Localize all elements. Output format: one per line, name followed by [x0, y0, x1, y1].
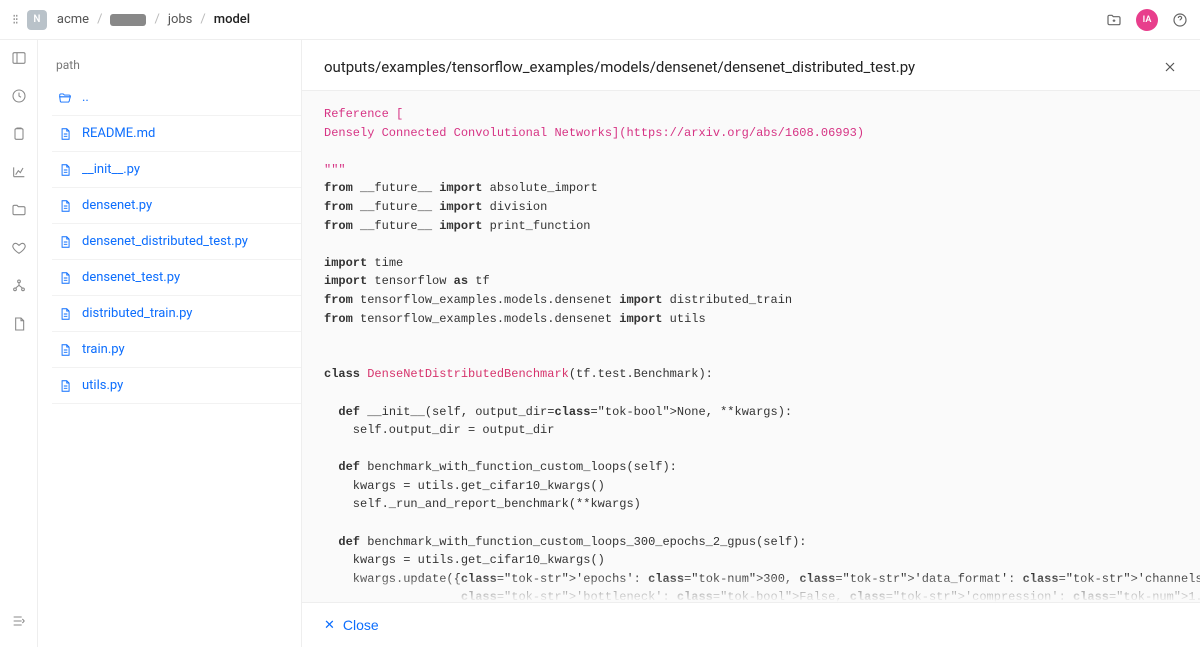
collapse-icon[interactable] — [11, 613, 27, 633]
viewer-path-title: outputs/examples/tensorflow_examples/mod… — [324, 58, 1162, 76]
crumb-org[interactable]: acme — [57, 12, 89, 27]
file-row-parent[interactable]: .. — [52, 80, 301, 116]
file-icon — [58, 379, 72, 393]
left-nav-rail — [0, 40, 38, 647]
file-row[interactable]: train.py — [52, 332, 301, 368]
crumb-section[interactable]: jobs — [168, 12, 193, 27]
document-icon[interactable] — [11, 316, 27, 336]
viewer-header: outputs/examples/tensorflow_examples/mod… — [302, 40, 1200, 90]
file-icon — [58, 343, 72, 357]
file-row[interactable]: utils.py — [52, 368, 301, 404]
file-name: .. — [82, 90, 89, 105]
crumb-project-redacted[interactable] — [110, 14, 146, 26]
file-name: distributed_train.py — [82, 306, 192, 321]
clock-icon[interactable] — [11, 88, 27, 108]
file-icon — [58, 127, 72, 141]
close-label: Close — [343, 617, 379, 633]
file-name: utils.py — [82, 378, 123, 393]
avatar[interactable]: IA — [1136, 9, 1158, 31]
file-row[interactable]: distributed_train.py — [52, 296, 301, 332]
file-row[interactable]: densenet_distributed_test.py — [52, 224, 301, 260]
file-icon — [58, 307, 72, 321]
file-name: __init__.py — [82, 162, 140, 177]
code-viewer: outputs/examples/tensorflow_examples/mod… — [302, 40, 1200, 647]
heart-icon[interactable] — [11, 240, 27, 260]
file-row[interactable]: __init__.py — [52, 152, 301, 188]
file-row[interactable]: densenet.py — [52, 188, 301, 224]
folder-icon[interactable] — [11, 202, 27, 222]
code-content: Reference [ Densely Connected Convolutio… — [324, 105, 1200, 602]
help-icon[interactable] — [1172, 12, 1188, 28]
crumb-current[interactable]: model — [214, 12, 250, 27]
folder-open-icon — [58, 91, 72, 105]
close-x-glyph: ✕ — [324, 617, 335, 633]
crumb-sep: / — [154, 12, 159, 27]
folder-add-icon[interactable] — [1106, 12, 1122, 28]
viewer-footer: ✕ Close — [302, 602, 1200, 647]
file-panel: path .. README.md __init__.py densenet.p… — [38, 40, 302, 647]
crumb-sep: / — [97, 12, 102, 27]
file-icon — [58, 235, 72, 249]
close-icon[interactable] — [1162, 59, 1178, 75]
file-row[interactable]: densenet_test.py — [52, 260, 301, 296]
file-name: README.md — [82, 126, 155, 141]
crumb-sep: / — [200, 12, 205, 27]
file-name: densenet.py — [82, 198, 152, 213]
file-row[interactable]: README.md — [52, 116, 301, 152]
file-icon — [58, 163, 72, 177]
breadcrumb: acme / / jobs / model — [57, 12, 250, 27]
file-panel-title: path — [52, 58, 301, 80]
code-scroll-area[interactable]: Reference [ Densely Connected Convolutio… — [302, 90, 1200, 602]
tree-icon[interactable] — [11, 278, 27, 298]
file-name: train.py — [82, 342, 125, 357]
close-button[interactable]: ✕ Close — [324, 617, 379, 633]
topbar: ⁝⁝ N acme / / jobs / model IA — [0, 0, 1200, 40]
file-icon — [58, 199, 72, 213]
file-name: densenet_test.py — [82, 270, 180, 285]
workspace-badge[interactable]: N — [27, 10, 47, 30]
topbar-actions: IA — [1106, 9, 1188, 31]
panel-icon[interactable] — [11, 50, 27, 70]
clipboard-icon[interactable] — [11, 126, 27, 146]
file-name: densenet_distributed_test.py — [82, 234, 248, 249]
chart-icon[interactable] — [11, 164, 27, 184]
drag-handle-icon[interactable]: ⁝⁝ — [12, 12, 17, 28]
file-icon — [58, 271, 72, 285]
